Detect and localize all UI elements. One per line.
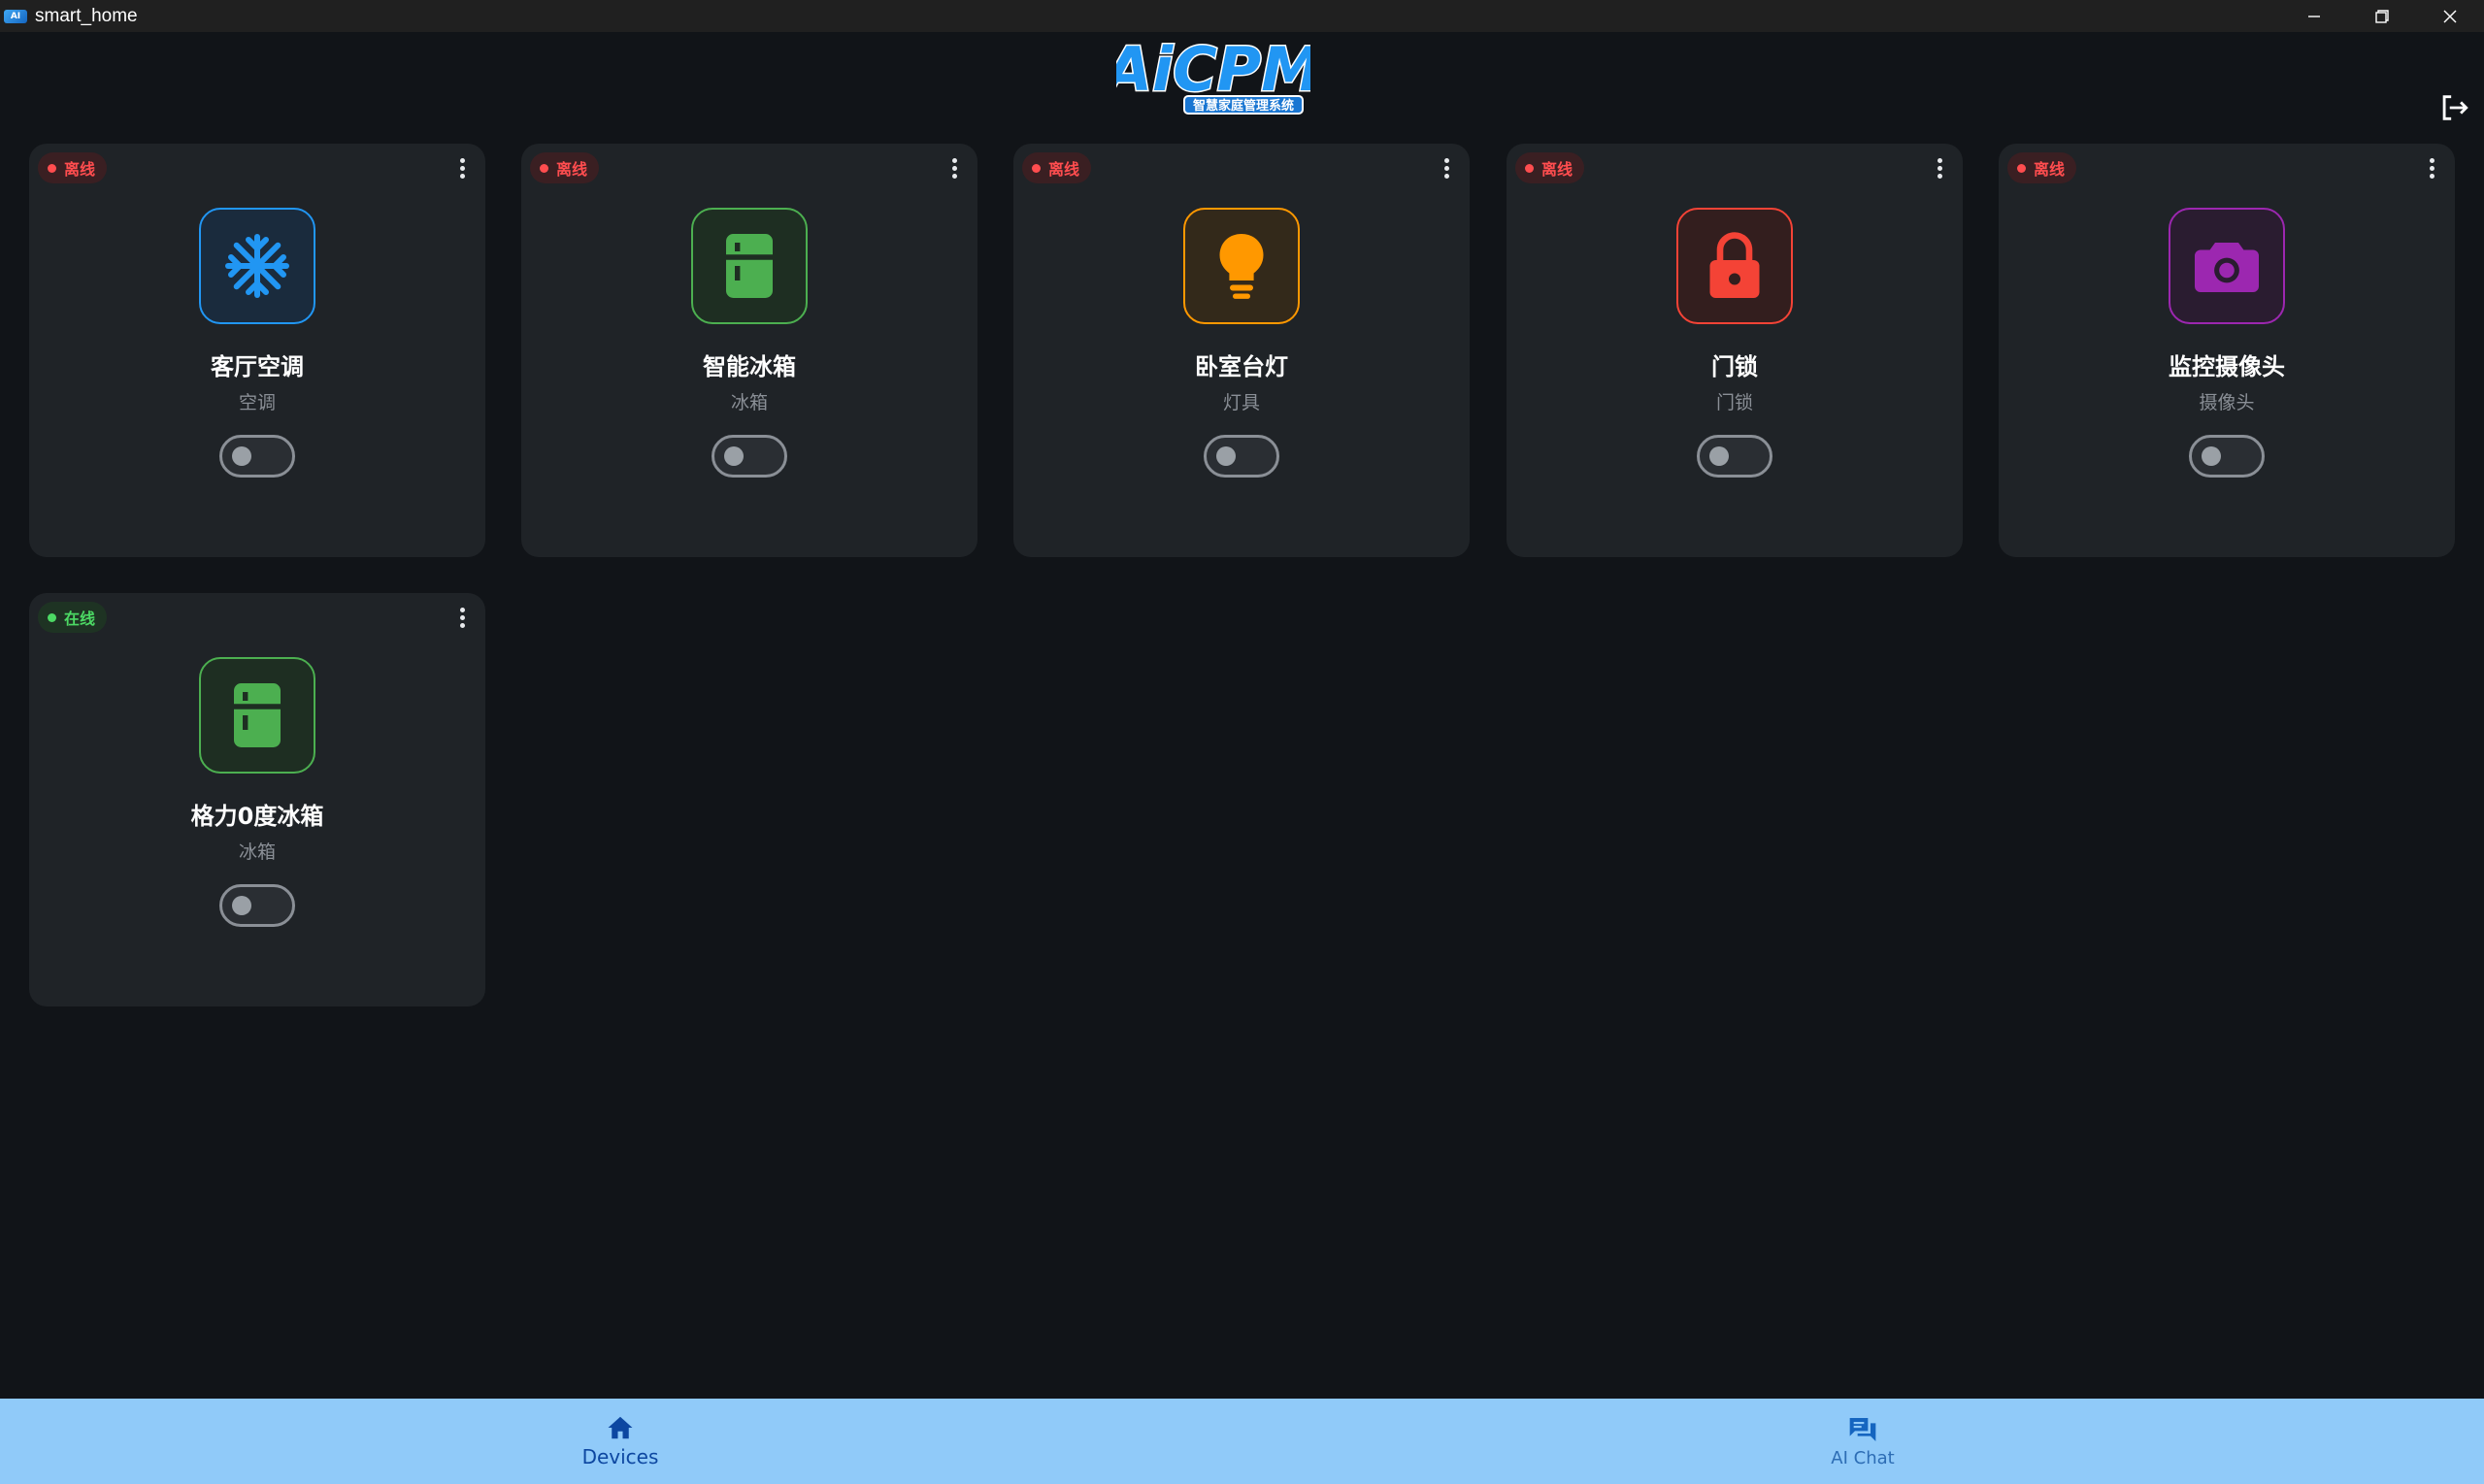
bottom-navigation: Devices AI Chat xyxy=(0,1399,2484,1484)
power-toggle[interactable] xyxy=(1204,435,1279,478)
svg-text:智慧家庭管理系统: 智慧家庭管理系统 xyxy=(1193,98,1294,114)
device-icon-box xyxy=(2169,208,2285,324)
logout-button[interactable] xyxy=(2434,88,2473,127)
restore-icon xyxy=(2375,9,2389,23)
device-icon-box xyxy=(199,208,315,324)
nav-item-devices[interactable]: Devices xyxy=(523,1399,717,1484)
more-options-button[interactable] xyxy=(1930,155,1949,181)
app-logo-icon: AI xyxy=(4,9,27,23)
device-name: 格力0度冰箱 xyxy=(190,803,324,830)
status-badge: 在线 xyxy=(38,602,108,633)
device-type: 冰箱 xyxy=(730,392,768,413)
device-icon-box xyxy=(1183,208,1300,324)
svg-text:AiCPM: AiCPM xyxy=(1116,34,1310,105)
window-controls xyxy=(2280,0,2484,32)
power-toggle[interactable] xyxy=(219,435,295,478)
home-icon xyxy=(608,1416,633,1439)
close-icon xyxy=(2443,10,2457,22)
nav-label: Devices xyxy=(581,1445,659,1468)
app-logo: AiCPM 智慧家庭管理系统 xyxy=(1116,33,1310,115)
more-options-button[interactable] xyxy=(452,155,472,181)
status-badge: 离线 xyxy=(1022,152,1092,183)
window-title: smart_home xyxy=(35,5,138,26)
power-toggle[interactable] xyxy=(712,435,787,478)
chat-icon xyxy=(1849,1417,1876,1441)
close-button[interactable] xyxy=(2416,0,2484,32)
device-name: 卧室台灯 xyxy=(1195,353,1288,380)
fridge-icon xyxy=(234,683,281,747)
more-options-button[interactable] xyxy=(452,605,472,630)
device-name: 智能冰箱 xyxy=(703,353,796,380)
power-toggle[interactable] xyxy=(219,884,295,927)
window-titlebar: AI smart_home xyxy=(0,0,2484,32)
device-card[interactable]: 离线 监控摄像头 摄像头 xyxy=(1999,144,2455,557)
device-name: 监控摄像头 xyxy=(2169,353,2285,380)
camera-icon xyxy=(2195,243,2259,292)
device-name: 门锁 xyxy=(1711,353,1758,380)
fridge-icon xyxy=(726,234,773,298)
device-card[interactable]: 在线 格力0度冰箱 冰箱 xyxy=(29,593,485,1006)
power-toggle[interactable] xyxy=(2189,435,2265,478)
status-badge: 离线 xyxy=(38,152,108,183)
device-icon-box xyxy=(199,657,315,774)
device-type: 冰箱 xyxy=(238,841,276,863)
device-icon-box xyxy=(1676,208,1793,324)
nav-label: AI Chat xyxy=(1831,1447,1895,1468)
minimize-button[interactable] xyxy=(2280,0,2348,32)
status-badge: 离线 xyxy=(2007,152,2077,183)
device-icon-box xyxy=(691,208,808,324)
device-type: 门锁 xyxy=(1715,392,1753,413)
more-options-button[interactable] xyxy=(944,155,964,181)
power-toggle[interactable] xyxy=(1697,435,1772,478)
logout-icon xyxy=(2442,95,2468,120)
device-type: 摄像头 xyxy=(2199,392,2255,413)
nav-item-ai-chat[interactable]: AI Chat xyxy=(1766,1399,1960,1484)
device-card[interactable]: 离线 客厅空调 空调 xyxy=(29,144,485,557)
status-badge: 离线 xyxy=(530,152,600,183)
minimize-icon xyxy=(2308,15,2320,17)
device-card[interactable]: 离线 卧室台灯 灯具 xyxy=(1013,144,1470,557)
more-options-button[interactable] xyxy=(1437,155,1456,181)
lightbulb-icon xyxy=(1219,234,1264,299)
snowflake-icon xyxy=(225,234,289,298)
device-card[interactable]: 离线 门锁 门锁 xyxy=(1507,144,1963,557)
device-type: 空调 xyxy=(238,392,276,413)
app-header: AiCPM 智慧家庭管理系统 xyxy=(0,32,2484,144)
status-badge: 离线 xyxy=(1515,152,1585,183)
lock-icon xyxy=(1709,232,1760,298)
restore-button[interactable] xyxy=(2348,0,2416,32)
device-name: 客厅空调 xyxy=(211,353,304,380)
device-type: 灯具 xyxy=(1222,392,1260,413)
device-card[interactable]: 离线 智能冰箱 冰箱 xyxy=(521,144,977,557)
more-options-button[interactable] xyxy=(2422,155,2441,181)
